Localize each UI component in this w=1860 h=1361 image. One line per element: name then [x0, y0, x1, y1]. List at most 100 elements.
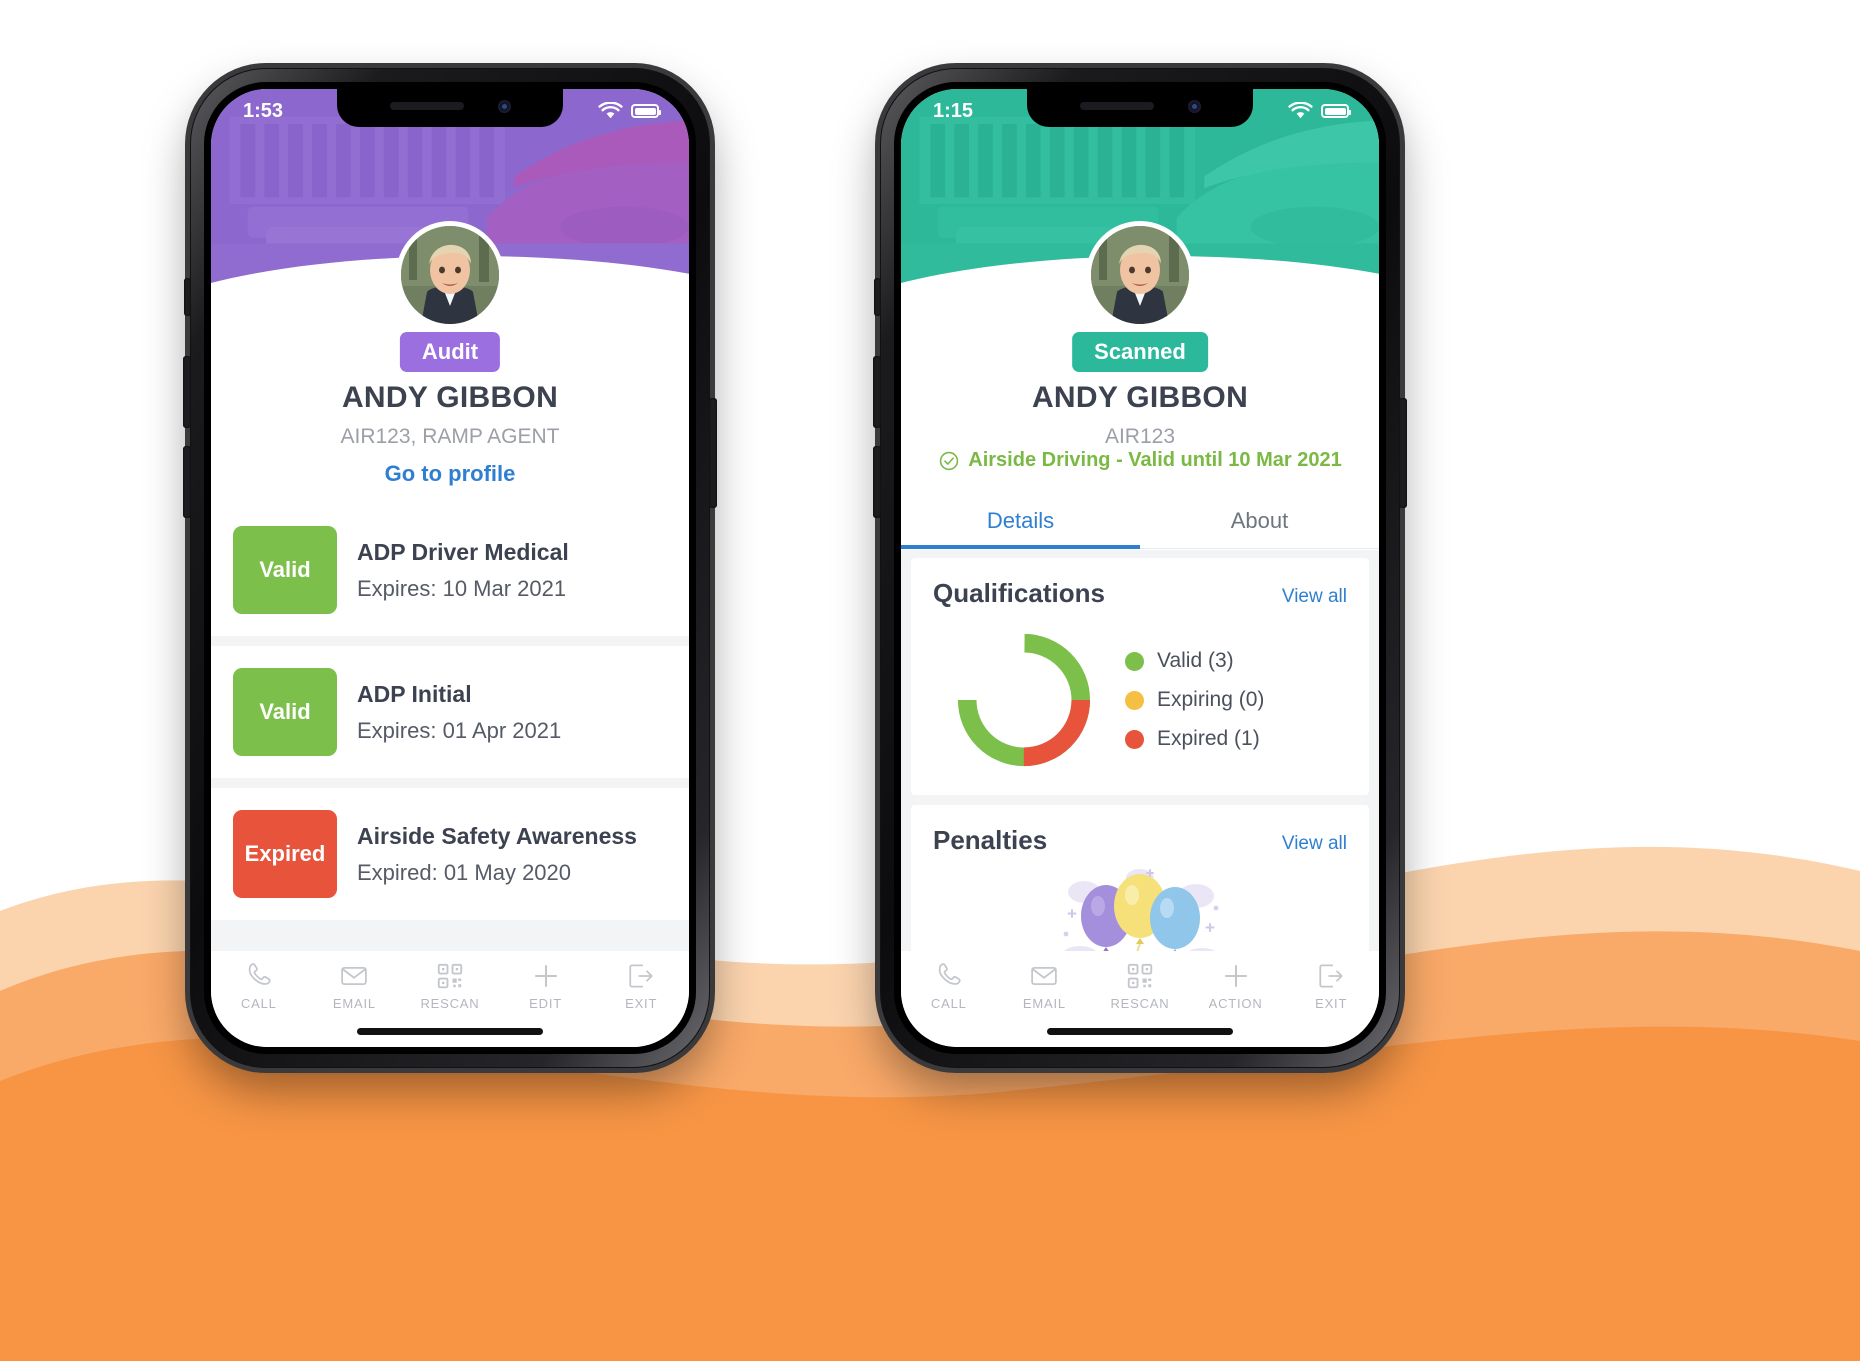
legend-dot-valid [1125, 651, 1144, 671]
status-time: 1:15 [933, 99, 974, 122]
tab-label: CALL [930, 996, 967, 1011]
qr-code-icon [437, 963, 463, 989]
validity-banner: Airside Driving - Valid until 10 Mar 202… [901, 449, 1379, 472]
notch [1027, 89, 1253, 127]
validity-text: Airside Driving - Valid until 10 Mar 202… [968, 449, 1342, 471]
battery-icon [1321, 104, 1351, 118]
balloons-icon [1063, 869, 1219, 951]
envelope-icon [1031, 967, 1058, 985]
power-button[interactable] [1399, 398, 1407, 508]
earpiece-speaker [1079, 102, 1154, 110]
volume-up-button[interactable] [183, 356, 191, 428]
screen-right: 1:15 Scanned ANDY GIBBON AIR123 Airside … [901, 89, 1379, 1047]
list-item[interactable]: Expired Airside Safety Awareness Expired… [211, 788, 689, 920]
tab-label: EXIT [625, 996, 658, 1011]
legend-label: Valid (3) [1157, 649, 1234, 672]
qr-code-icon [1127, 963, 1153, 989]
legend-label: Expired (1) [1157, 727, 1260, 750]
screen-left: 1:53 Audit ANDY GIBBON AIR123, RAMP AGEN… [211, 89, 689, 1047]
qualification-title: Airside Safety Awareness [357, 822, 637, 849]
exit-icon [629, 964, 653, 988]
tab-label: EDIT [529, 996, 562, 1011]
panel-title: Qualifications [933, 578, 1105, 608]
tab-exit[interactable]: EXIT [599, 961, 683, 1011]
status-chip: Valid [233, 526, 337, 614]
avatar [1086, 221, 1194, 329]
mute-switch[interactable] [874, 278, 881, 316]
view-all-qualifications-link[interactable]: View all [1282, 586, 1347, 608]
avatar [396, 221, 504, 329]
qualification-expiry: Expired: 01 May 2020 [357, 859, 572, 885]
status-chip-label: Valid [259, 557, 311, 582]
front-camera [497, 99, 511, 113]
tab-label: EMAIL [332, 996, 376, 1011]
home-indicator[interactable] [357, 1028, 543, 1035]
status-badge: Scanned [1072, 332, 1208, 372]
tab-rescan[interactable]: RESCAN [1098, 961, 1182, 1011]
phone-icon [248, 963, 271, 985]
details-content[interactable]: Qualifications View all Valid (3) Expiri… [901, 550, 1379, 951]
earpiece-speaker [389, 102, 464, 110]
tab-exit[interactable]: EXIT [1289, 961, 1373, 1011]
qualification-title: ADP Initial [357, 680, 472, 707]
screenshot-stage: 1:53 Audit ANDY GIBBON AIR123, RAMP AGEN… [0, 0, 1860, 1361]
tab-label: EXIT [1315, 996, 1348, 1011]
battery-icon [631, 104, 661, 118]
status-badge-label: Scanned [1094, 339, 1186, 364]
tab-edit[interactable]: EDIT [504, 961, 588, 1011]
view-all-penalties-link[interactable]: View all [1282, 833, 1347, 855]
content-tabs[interactable]: Details About [901, 493, 1379, 549]
status-chip: Valid [233, 668, 337, 756]
qualification-expiry: Expires: 01 Apr 2021 [357, 717, 562, 743]
legend-item-valid: Valid (3) [1125, 649, 1264, 673]
qualification-title: ADP Driver Medical [357, 538, 569, 565]
tab-call[interactable]: CALL [217, 961, 301, 1011]
legend-item-expired: Expired (1) [1125, 727, 1264, 751]
front-camera [1187, 99, 1201, 113]
panel-title: Penalties [933, 825, 1048, 855]
tab-email[interactable]: EMAIL [312, 961, 396, 1011]
legend-label: Expiring (0) [1157, 688, 1265, 711]
phone-bezel: 1:53 Audit ANDY GIBBON AIR123, RAMP AGEN… [204, 82, 696, 1054]
tab-action[interactable]: ACTION [1194, 961, 1278, 1011]
empty-state-illustration [933, 856, 1347, 951]
qualifications-panel: Qualifications View all Valid (3) Expiri… [911, 558, 1369, 795]
status-time: 1:53 [243, 99, 284, 122]
status-chip-label: Valid [259, 699, 311, 724]
tab-call[interactable]: CALL [907, 961, 991, 1011]
plus-icon [1224, 965, 1247, 987]
phone-left: 1:53 Audit ANDY GIBBON AIR123, RAMP AGEN… [183, 68, 717, 1068]
volume-down-button[interactable] [873, 446, 881, 518]
tab-details[interactable]: Details [901, 493, 1140, 549]
mute-switch[interactable] [184, 278, 191, 316]
tab-email[interactable]: EMAIL [1002, 961, 1086, 1011]
go-to-profile-link[interactable]: Go to profile [211, 461, 689, 487]
list-item[interactable]: Valid ADP Initial Expires: 01 Apr 2021 [211, 646, 689, 778]
status-chip: Expired [233, 810, 337, 898]
home-indicator[interactable] [1047, 1028, 1233, 1035]
plus-icon [534, 965, 557, 987]
tab-label: RESCAN [1110, 996, 1170, 1011]
tab-rescan[interactable]: RESCAN [408, 961, 492, 1011]
volume-up-button[interactable] [873, 356, 881, 428]
page-title: ANDY GIBBON [341, 381, 559, 414]
page-title: ANDY GIBBON [1031, 381, 1249, 414]
tab-label: CALL [240, 996, 277, 1011]
exit-icon [1319, 964, 1343, 988]
legend-dot-expiring [1125, 690, 1144, 710]
tab-about[interactable]: About [1140, 493, 1379, 548]
phone-right: 1:15 Scanned ANDY GIBBON AIR123 Airside … [873, 68, 1407, 1068]
tab-label: EMAIL [1022, 996, 1066, 1011]
notch [337, 89, 563, 127]
qualification-list[interactable]: Valid ADP Driver Medical Expires: 10 Mar… [211, 504, 689, 951]
check-circle-icon [940, 451, 959, 470]
chart-legend: Valid (3) Expiring (0) Expired (1) [1125, 649, 1264, 751]
envelope-icon [341, 967, 368, 985]
volume-down-button[interactable] [183, 446, 191, 518]
list-item[interactable]: Valid ADP Driver Medical Expires: 10 Mar… [211, 504, 689, 636]
power-button[interactable] [709, 398, 717, 508]
tab-label: ACTION [1208, 996, 1263, 1011]
status-badge: Audit [399, 332, 501, 372]
qualification-expiry: Expires: 10 Mar 2021 [357, 575, 567, 601]
person-subtitle: AIR123 [1104, 425, 1176, 448]
